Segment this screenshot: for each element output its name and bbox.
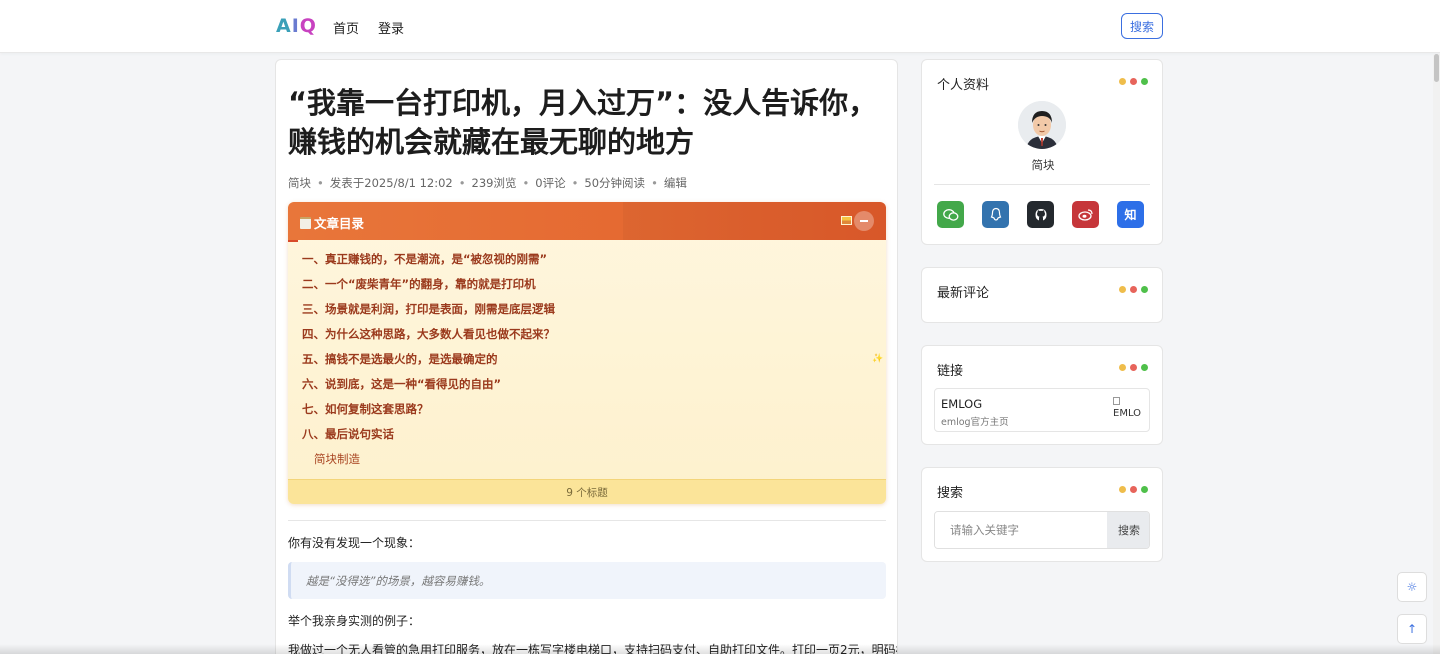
nav-home[interactable]: 首页	[333, 18, 359, 37]
top-header: AIQ 首页 登录 搜索	[0, 0, 1440, 53]
header-search-button[interactable]: 搜索	[1121, 13, 1163, 39]
toc-item[interactable]: 四、为什么这种思路，大多数人看见也做不起来？	[302, 327, 555, 352]
toc-collapse-button[interactable]	[854, 211, 874, 231]
weibo-icon[interactable]	[1072, 201, 1099, 228]
toc-item[interactable]: 简块制造	[302, 452, 555, 477]
card-title: 个人资料	[937, 78, 990, 93]
divider	[288, 520, 886, 521]
window-dots	[1119, 286, 1148, 293]
search-submit-button[interactable]: 搜索	[1107, 512, 1149, 548]
card-title: 搜索	[937, 486, 964, 501]
site-logo[interactable]: AIQ	[276, 15, 317, 37]
notepad-icon	[300, 216, 311, 229]
picture-icon[interactable]	[841, 216, 852, 225]
nav-login[interactable]: 登录	[378, 18, 404, 37]
minus-icon	[860, 220, 868, 222]
window-dots	[1119, 364, 1148, 371]
article-card: “我靠一台打印机，月入过万”：没人告诉你，赚钱的机会就藏在最无聊的地方 简块 • 发…	[275, 59, 898, 654]
card-title: 链接	[937, 364, 964, 379]
toc-item[interactable]: 三、场景就是利润，打印是表面，刚需是底层逻辑	[302, 302, 555, 327]
toc-item[interactable]: 六、说到底，这是一种“看得见的自由”	[302, 377, 555, 402]
search-input[interactable]	[935, 512, 1107, 548]
paragraph: 你有没有发现一个现象：	[288, 536, 421, 550]
links-card: 链接 EMLOG emlog官方主页 EMLO	[921, 345, 1163, 445]
paragraph: 举个我亲身实测的例子：	[288, 614, 421, 628]
link-description: emlog官方主页	[941, 417, 1009, 428]
toc-header: 文章目录	[288, 202, 886, 240]
broken-image-icon: EMLO	[1113, 397, 1141, 419]
social-links: 知	[937, 201, 1144, 228]
toc-title: 文章目录	[300, 213, 364, 232]
back-to-top-icon[interactable]: ↑	[1397, 614, 1427, 644]
scrollbar-thumb[interactable]	[1434, 54, 1439, 82]
table-of-contents: 文章目录 一、真正赚钱的，不是潮流，是“被忽视的刚需” 二、一个“废柴青年”的翻…	[288, 202, 886, 504]
window-dots	[1119, 78, 1148, 85]
github-icon[interactable]	[1027, 201, 1054, 228]
toc-list: 一、真正赚钱的，不是潮流，是“被忽视的刚需” 二、一个“废柴青年”的翻身，靠的就…	[302, 252, 555, 477]
toc-item[interactable]: 八、最后说句实话	[302, 427, 555, 452]
article-title: “我靠一台打印机，月入过万”：没人告诉你，赚钱的机会就藏在最无聊的地方	[288, 86, 878, 159]
link-name: EMLOG	[941, 397, 983, 411]
meta-edit-link[interactable]: 编辑	[664, 176, 687, 190]
window-dots	[1119, 486, 1148, 493]
meta-comments[interactable]: 0评论	[535, 176, 565, 190]
profile-name: 简块	[1031, 158, 1055, 172]
blockquote: 越是“没得选”的场景，越容易赚钱。	[288, 562, 886, 599]
card-title: 最新评论	[937, 286, 990, 301]
meta-author[interactable]: 简块	[288, 176, 311, 190]
toc-item[interactable]: 五、搞钱不是选最火的，是选最确定的	[302, 352, 555, 377]
meta-read-time: 50分钟阅读	[584, 176, 646, 190]
avatar[interactable]	[1018, 101, 1066, 149]
meta-published: 发表于2025/8/1 12:02	[329, 176, 453, 190]
profile-card: 个人资料 简块 知	[921, 59, 1163, 245]
meta-views: 239浏览	[471, 176, 517, 190]
article-meta: 简块 • 发表于2025/8/1 12:02 • 239浏览 • 0评论 • 50分钟阅读 • 编辑	[288, 176, 687, 190]
toc-item[interactable]: 七、如何复制这套思路？	[302, 402, 555, 427]
wechat-icon[interactable]	[937, 201, 964, 228]
search-form: 搜索	[934, 511, 1150, 549]
qq-icon[interactable]	[982, 201, 1009, 228]
latest-comments-card: 最新评论	[921, 267, 1163, 323]
zhihu-icon[interactable]: 知	[1117, 201, 1144, 228]
link-item-emlog[interactable]: EMLOG emlog官方主页 EMLO	[934, 388, 1150, 432]
sparkle-icon: ✨	[872, 354, 884, 364]
theme-toggle-icon[interactable]: ☼	[1397, 572, 1427, 602]
toc-item[interactable]: 一、真正赚钱的，不是潮流，是“被忽视的刚需”	[302, 252, 555, 277]
search-card: 搜索 搜索	[921, 467, 1163, 562]
toc-count: 9 个标题	[288, 479, 886, 504]
scrollbar-track[interactable]	[1433, 54, 1440, 654]
divider	[934, 184, 1150, 185]
toc-item[interactable]: 二、一个“废柴青年”的翻身，靠的就是打印机	[302, 277, 555, 302]
